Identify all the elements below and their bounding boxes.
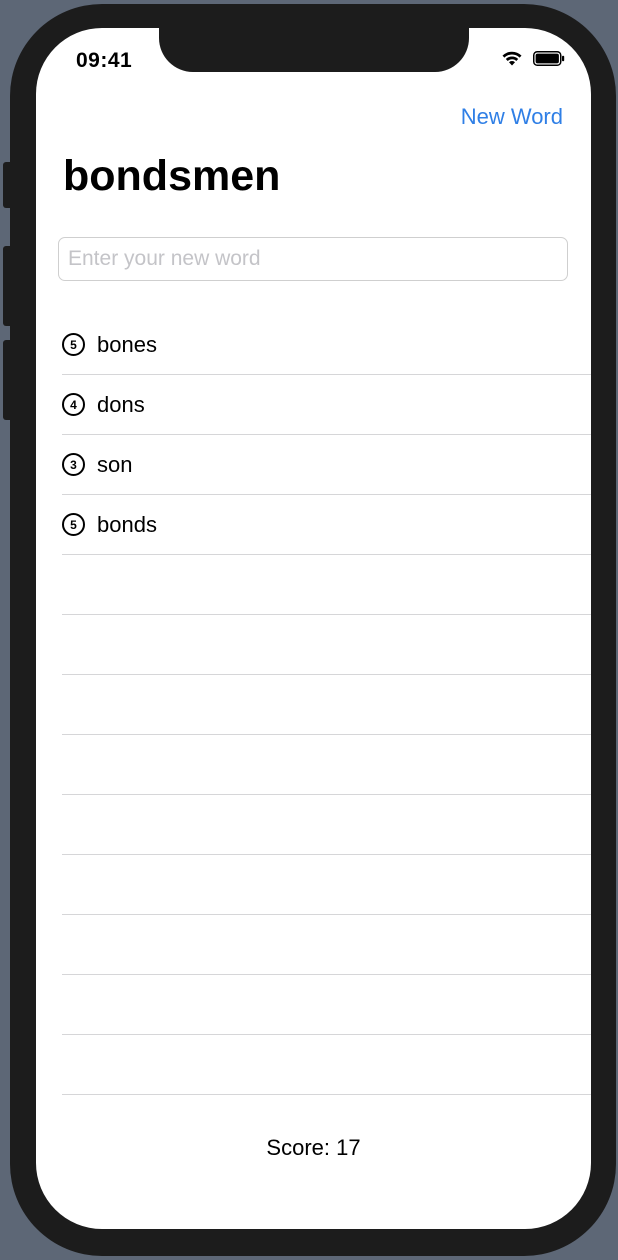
list-item[interactable]: 4 dons <box>62 375 591 435</box>
list-item-word: bones <box>97 331 157 357</box>
new-word-input[interactable] <box>58 237 568 281</box>
list-item[interactable]: 5 bonds <box>62 495 591 555</box>
notch <box>159 28 469 72</box>
score-label: Score: 17 <box>266 1135 361 1160</box>
list-item-word: son <box>97 451 133 477</box>
empty-list-row <box>62 555 591 615</box>
empty-list-row <box>62 615 591 675</box>
empty-list-row <box>62 735 591 795</box>
empty-list-row <box>62 675 591 735</box>
length-circle-icon: 5 <box>62 513 85 536</box>
list-item-word: dons <box>97 391 145 417</box>
app-screen: 09:41 New Word bondsmen 5bones4dons3son5… <box>36 28 591 1229</box>
length-circle-icon: 5 <box>62 333 85 356</box>
empty-list-row <box>62 975 591 1035</box>
new-word-button[interactable]: New Word <box>461 104 563 130</box>
empty-list-row <box>62 1035 591 1095</box>
page-title: bondsmen <box>63 152 281 200</box>
status-icons <box>501 50 565 66</box>
empty-list-row <box>62 915 591 975</box>
list-item-word: bonds <box>97 511 157 537</box>
empty-list-row <box>62 795 591 855</box>
status-time: 09:41 <box>76 49 133 72</box>
list-item[interactable]: 3 son <box>62 435 591 495</box>
wifi-icon <box>502 51 522 66</box>
list-item[interactable]: 5 bones <box>62 315 591 375</box>
length-circle-icon: 3 <box>62 453 85 476</box>
battery-icon <box>533 50 565 66</box>
empty-list-row <box>62 855 591 915</box>
length-circle-icon: 4 <box>62 393 85 416</box>
word-list: 5 bones 4 dons 3 son 5 bonds <box>62 315 591 1095</box>
